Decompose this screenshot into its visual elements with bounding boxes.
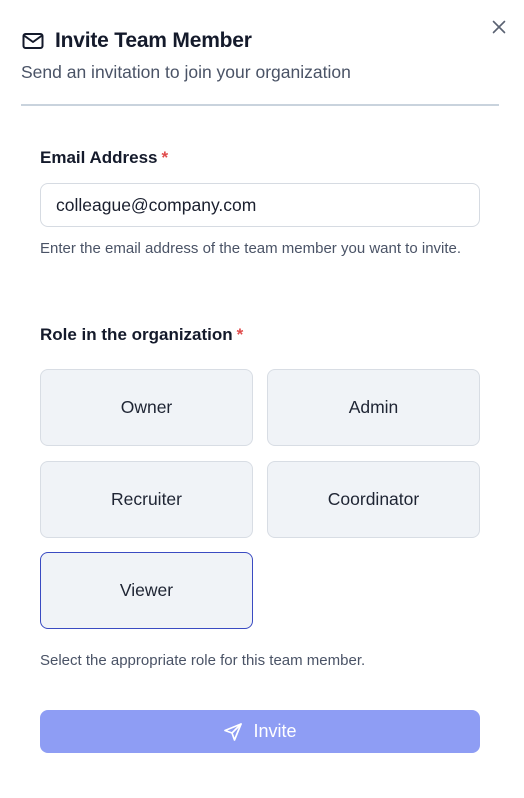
role-label-text: Role in the organization bbox=[40, 325, 233, 344]
role-option-owner[interactable]: Owner bbox=[40, 369, 253, 446]
required-marker: * bbox=[236, 325, 244, 344]
email-field[interactable] bbox=[40, 183, 480, 227]
dialog-title: Invite Team Member bbox=[55, 29, 252, 52]
mail-icon bbox=[21, 29, 45, 53]
send-icon bbox=[223, 722, 243, 742]
email-help-text: Enter the email address of the team memb… bbox=[40, 240, 462, 257]
dialog-subtitle: Send an invitation to join your organiza… bbox=[21, 62, 351, 82]
role-help-text: Select the appropriate role for this tea… bbox=[40, 652, 366, 669]
invite-button-label: Invite bbox=[253, 721, 297, 741]
invite-dialog: Invite Team Member Send an invitation to… bbox=[0, 0, 524, 798]
email-label: Email Address * bbox=[40, 148, 168, 168]
invite-button[interactable]: Invite bbox=[40, 710, 480, 753]
dialog-header: Invite Team Member bbox=[21, 26, 500, 56]
role-option-admin[interactable]: Admin bbox=[267, 369, 480, 446]
role-label: Role in the organization * bbox=[40, 325, 243, 345]
role-option-coordinator[interactable]: Coordinator bbox=[267, 461, 480, 538]
header-divider bbox=[21, 104, 499, 106]
role-option-viewer[interactable]: Viewer bbox=[40, 552, 253, 629]
required-marker: * bbox=[161, 148, 169, 167]
email-label-text: Email Address bbox=[40, 148, 158, 167]
role-option-recruiter[interactable]: Recruiter bbox=[40, 461, 253, 538]
title-row: Invite Team Member bbox=[21, 26, 500, 56]
